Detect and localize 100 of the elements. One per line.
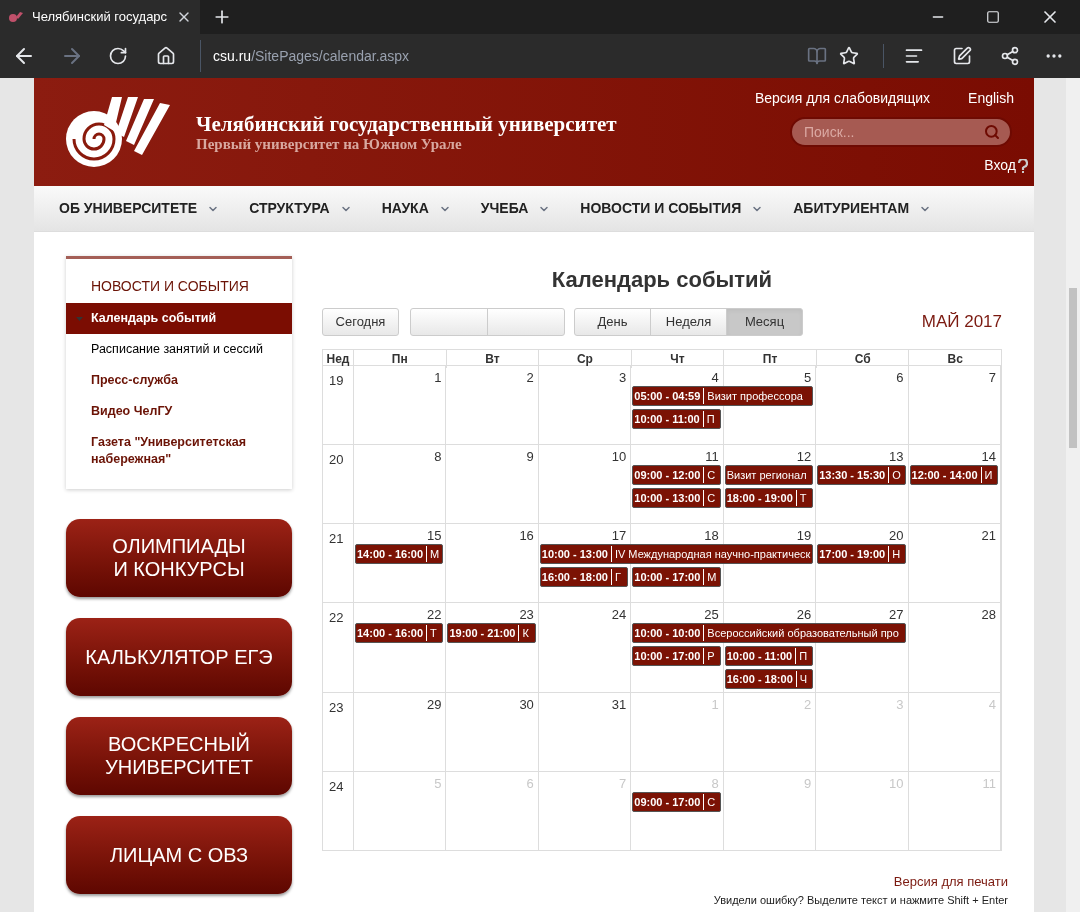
banner-button[interactable]: ЛИЦАМ С ОВЗ bbox=[66, 816, 292, 894]
calendar-event[interactable]: 17:00 - 19:00 Н bbox=[817, 544, 906, 564]
calendar-event[interactable]: 14:00 - 16:00 М bbox=[355, 544, 444, 564]
day-number[interactable]: 14 bbox=[981, 447, 996, 467]
print-link[interactable]: Версия для печати bbox=[893, 872, 1008, 892]
day-number[interactable]: 3 bbox=[619, 368, 627, 388]
week-number: 20 bbox=[329, 452, 344, 467]
calendar-event[interactable]: 16:00 - 18:00 Ч bbox=[724, 669, 814, 689]
search-field[interactable]: Поиск... bbox=[790, 117, 1012, 147]
day-number[interactable]: 28 bbox=[981, 605, 996, 625]
day-number[interactable]: 4 bbox=[711, 368, 719, 388]
header-link[interactable]: English bbox=[968, 88, 1014, 109]
day-number[interactable]: 8 bbox=[434, 447, 442, 467]
refresh-icon[interactable] bbox=[108, 46, 128, 66]
calendar-event[interactable]: 19:00 - 21:00 К bbox=[447, 623, 536, 643]
banner-button[interactable]: ОЛИМПИАДЫ И КОНКУРСЫ bbox=[66, 519, 292, 597]
day-number[interactable]: 10 bbox=[611, 447, 627, 467]
day-number[interactable]: 1 bbox=[434, 368, 442, 388]
menu-item[interactable]: Газета "Университетская набережная" bbox=[66, 427, 292, 475]
error-hint: Увидели ошибку? Выделите текст и нажмите Shift + Enter bbox=[713, 892, 1008, 908]
column-header: Вс bbox=[947, 351, 963, 368]
view-tab[interactable]: Месяц bbox=[726, 308, 803, 336]
share-icon[interactable] bbox=[1000, 46, 1020, 66]
nav-item[interactable]: АБИТУРИЕНТАМ bbox=[793, 198, 932, 219]
browser-tab[interactable]: Челябинский государс bbox=[0, 0, 200, 34]
nav-item[interactable]: СТРУКТУРА bbox=[249, 198, 352, 219]
calendar-event[interactable]: 10:00 - 11:00 П bbox=[632, 409, 721, 429]
view-tab[interactable]: День bbox=[574, 308, 651, 336]
search-icon[interactable] bbox=[984, 124, 1000, 140]
calendar-event[interactable]: 10:00 - 17:00 Р bbox=[632, 646, 721, 666]
day-number[interactable]: 12 bbox=[796, 447, 812, 467]
calendar-event[interactable]: 10:00 - 10:00 Всероссийский образовательный про bbox=[632, 623, 906, 643]
menu-heading: НОВОСТИ И СОБЫТИЯ bbox=[90, 277, 250, 296]
day-number[interactable]: 5 bbox=[803, 368, 812, 388]
column-header: Пн bbox=[391, 351, 408, 368]
day-number[interactable]: 18 bbox=[704, 526, 719, 546]
nav-item[interactable]: НАУКА bbox=[381, 198, 451, 219]
maximize-icon[interactable] bbox=[986, 10, 1000, 24]
calendar-event[interactable]: 18:00 - 19:00 Т bbox=[724, 488, 814, 508]
calendar-event[interactable]: 10:00 - 13:00 IV Международная научно-практическ bbox=[539, 544, 814, 564]
day-number[interactable]: 27 bbox=[889, 605, 904, 625]
today-button[interactable]: Сегодня bbox=[322, 308, 399, 336]
day-number[interactable]: 13 bbox=[889, 447, 904, 467]
banner-button[interactable]: ВОСКРЕСНЫЙ УНИВЕРСИТЕТ bbox=[66, 717, 292, 795]
day-number[interactable]: 20 bbox=[889, 526, 904, 546]
day-number[interactable]: 2 bbox=[526, 368, 534, 388]
day-number[interactable]: 19 bbox=[796, 526, 812, 546]
calendar-event[interactable]: 05:00 - 04:59 Визит профессора bbox=[632, 386, 814, 406]
nav-item[interactable]: ОБ УНИВЕРСИТЕТЕ bbox=[59, 198, 220, 219]
reading-view-icon[interactable] bbox=[807, 46, 827, 66]
calendar-event[interactable]: 14:00 - 16:00 Т bbox=[355, 623, 444, 643]
star-icon[interactable] bbox=[839, 46, 859, 66]
calendar-event[interactable]: 12:00 - 14:00 И bbox=[909, 465, 998, 485]
nav-item[interactable]: УЧЕБА bbox=[480, 198, 551, 219]
day-number[interactable]: 11 bbox=[705, 447, 719, 467]
day-number[interactable]: 29 bbox=[426, 695, 442, 715]
day-number[interactable]: 15 bbox=[426, 526, 442, 546]
day-number[interactable]: 31 bbox=[611, 695, 627, 715]
view-tab[interactable]: Неделя bbox=[650, 308, 727, 336]
menu-item[interactable]: Расписание занятий и сессий bbox=[66, 334, 292, 365]
calendar-event[interactable]: 09:00 - 17:00 С bbox=[632, 792, 721, 812]
day-number[interactable]: 26 bbox=[796, 605, 812, 625]
day-number[interactable]: 30 bbox=[519, 695, 534, 715]
hub-icon[interactable] bbox=[904, 46, 924, 66]
menu-item[interactable]: Видео ЧелГУ bbox=[66, 396, 292, 427]
week-number: 21 bbox=[329, 531, 344, 546]
home-icon[interactable] bbox=[156, 46, 176, 66]
day-number[interactable]: 9 bbox=[526, 447, 534, 467]
day-number[interactable]: 7 bbox=[988, 368, 996, 388]
help-icon[interactable] bbox=[1018, 158, 1028, 173]
calendar-event[interactable]: 16:00 - 18:00 Г bbox=[539, 567, 629, 587]
menu-item[interactable]: Пресс-служба bbox=[66, 365, 292, 396]
calendar-event[interactable]: Визит регионал bbox=[724, 465, 814, 485]
column-header: Нед bbox=[326, 351, 350, 368]
calendar-event[interactable]: 10:00 - 17:00 М bbox=[632, 567, 721, 587]
week-number: 22 bbox=[329, 610, 344, 625]
day-number[interactable]: 23 bbox=[519, 605, 534, 625]
nav-item[interactable]: НОВОСТИ И СОБЫТИЯ bbox=[580, 198, 764, 219]
day-number[interactable]: 25 bbox=[704, 605, 719, 625]
favicon-icon bbox=[8, 11, 24, 23]
banner-button[interactable]: КАЛЬКУЛЯТОР ЕГЭ bbox=[66, 618, 292, 696]
day-number[interactable]: 22 bbox=[426, 605, 442, 625]
day-number[interactable]: 24 bbox=[611, 605, 627, 625]
day-number[interactable]: 21 bbox=[981, 526, 996, 546]
day-number[interactable]: 6 bbox=[896, 368, 904, 388]
calendar-event[interactable]: 13:30 - 15:30 О bbox=[817, 465, 906, 485]
login-link[interactable]: Вход bbox=[984, 155, 1016, 176]
site-title: Челябинский государственный университет bbox=[196, 112, 618, 136]
day-number[interactable]: 16 bbox=[519, 526, 534, 546]
site-subtitle: Первый университет на Южном Урале bbox=[196, 136, 463, 152]
note-icon[interactable] bbox=[952, 46, 972, 66]
menu-item[interactable]: Календарь событий bbox=[66, 303, 292, 334]
week-number: 24 bbox=[329, 779, 344, 794]
scrollbar[interactable] bbox=[1066, 78, 1080, 912]
column-header: Пт bbox=[762, 351, 778, 368]
header-link[interactable]: Версия для слабовидящих bbox=[754, 88, 931, 109]
calendar-event[interactable]: 10:00 - 11:00 П bbox=[724, 646, 814, 666]
calendar-event[interactable]: 10:00 - 13:00 С bbox=[632, 488, 721, 508]
calendar-event[interactable]: 09:00 - 12:00 С bbox=[632, 465, 721, 485]
day-number[interactable]: 17 bbox=[611, 526, 627, 546]
